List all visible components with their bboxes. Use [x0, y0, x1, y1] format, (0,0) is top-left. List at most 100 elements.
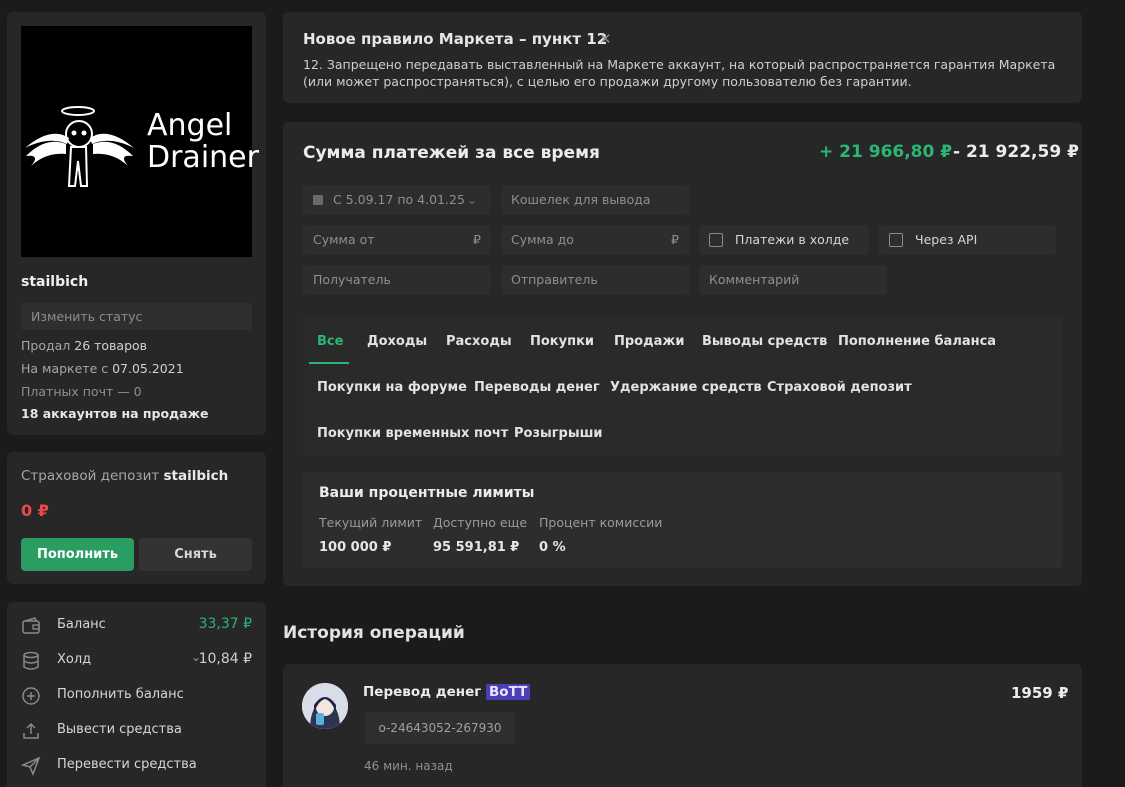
hold-payments-label: Платежи в холде [735, 232, 850, 247]
balance-card: Баланс 33,37 ₽ Холд ⌄ 10,84 ₽ Пополнить … [7, 602, 266, 787]
payment-type-tabs: Все Доходы Расходы Покупки Продажи Вывод… [303, 316, 1062, 456]
user-avatar-icon [302, 683, 348, 729]
outcome-total: - 21 922,59 ₽ [953, 142, 1079, 162]
tab-all[interactable]: Все [317, 334, 343, 349]
database-icon [23, 651, 39, 670]
history-item-type: Перевод денег [363, 684, 482, 700]
transfer-funds-link[interactable]: Перевести средства [21, 754, 252, 778]
deposit-title: Страховой депозит stailbich [21, 468, 228, 484]
withdraw-funds-link[interactable]: Вывести средства [21, 719, 252, 743]
hold-value: 10,84 ₽ [198, 651, 252, 667]
operation-id[interactable]: o-24643052-267930 [365, 712, 515, 744]
available-value: 95 591,81 ₽ [433, 540, 520, 555]
balance-value: 33,37 ₽ [198, 616, 252, 632]
sold-count[interactable]: 26 товаров [74, 338, 147, 353]
deposit-withdraw-button[interactable]: Снять [139, 538, 252, 571]
paid-mails-line: Платных почт — 0 [21, 384, 142, 399]
ruble-icon: ₽ [473, 232, 481, 247]
balance-label: Баланс [57, 617, 106, 632]
deposit-amount: 0 ₽ [21, 501, 49, 520]
tab-withdrawals[interactable]: Выводы средств [702, 334, 827, 349]
deposit-title-user: stailbich [163, 468, 229, 484]
upload-icon [23, 722, 39, 739]
via-api-checkbox[interactable]: Через API [879, 225, 1056, 255]
tab-purchases[interactable]: Покупки [530, 334, 594, 349]
date-range-picker[interactable]: С 5.09.17 по 4.01.25 ⌄ [303, 185, 491, 215]
sum-to-placeholder: Сумма до [511, 232, 574, 247]
notice-text: 12. Запрещено передавать выставленный на… [303, 57, 1056, 89]
limits-title: Ваши процентные лимиты [319, 485, 535, 501]
history-item-amount: 1959 ₽ [1011, 684, 1069, 702]
market-since-line: На маркете с 07.05.2021 [21, 361, 184, 376]
transfer-funds-label: Перевести средства [57, 757, 197, 772]
tab-expenses[interactable]: Расходы [446, 334, 512, 349]
tab-money-transfers[interactable]: Переводы денег [474, 380, 600, 395]
comment-input[interactable]: Комментарий [699, 265, 887, 295]
payments-title: Сумма платежей за все время [303, 143, 600, 163]
hold-payments-checkbox[interactable]: Платежи в холде [699, 225, 869, 255]
profile-card: Angel Drainer stailbich Изменить статус … [7, 12, 266, 435]
hold-label: Холд [57, 652, 92, 667]
tab-balance-topup[interactable]: Пополнение баланса [838, 334, 996, 349]
profile-avatar[interactable]: Angel Drainer [21, 26, 259, 257]
deposit-topup-button[interactable]: Пополнить [21, 538, 134, 571]
withdraw-wallet-input[interactable]: Кошелек для вывода [501, 185, 689, 215]
avatar[interactable] [302, 683, 348, 729]
chevron-down-icon: ⌄ [467, 193, 478, 207]
topup-balance-label: Пополнить баланс [57, 687, 184, 702]
withdraw-funds-label: Вывести средства [57, 722, 182, 737]
tab-funds-holding[interactable]: Удержание средств [610, 380, 762, 395]
tab-giveaways[interactable]: Розыгрыши [514, 426, 603, 441]
market-date: 07.05.2021 [112, 361, 184, 376]
status-input[interactable]: Изменить статус [21, 303, 252, 330]
send-icon [21, 756, 41, 776]
sum-from-input[interactable]: Сумма от ₽ [303, 225, 491, 255]
username[interactable]: stailbich [21, 274, 88, 290]
avatar-text-drainer: Drainer [147, 140, 259, 175]
checkbox-icon[interactable] [709, 233, 723, 247]
percent-limits-box: Ваши процентные лимиты Текущий лимит 100… [303, 472, 1062, 568]
tab-sales[interactable]: Продажи [614, 334, 684, 349]
history-item-title: Перевод денег BoTT [363, 684, 531, 700]
history-item[interactable]: Перевод денег BoTT 1959 ₽ o-24643052-267… [283, 664, 1082, 787]
ruble-icon: ₽ [671, 232, 679, 247]
commission-label: Процент комиссии [539, 515, 663, 530]
tab-income[interactable]: Доходы [367, 334, 427, 349]
sum-from-placeholder: Сумма от [313, 232, 375, 247]
active-tab-indicator [309, 362, 349, 364]
balance-row[interactable]: Баланс 33,37 ₽ [21, 614, 252, 638]
tab-forum-purchases[interactable]: Покупки на форуме [317, 380, 467, 395]
history-item-time: 46 мин. назад [364, 759, 453, 773]
plus-circle-icon [22, 687, 40, 705]
available-label: Доступно еще [433, 515, 528, 530]
payments-panel: Сумма платежей за все время + 21 966,80 … [283, 122, 1082, 586]
notice-title: Новое правило Маркета – пункт 12 [303, 30, 608, 48]
income-total: + 21 966,80 ₽ [819, 142, 953, 162]
sold-count-line: Продал 26 товаров [21, 338, 147, 353]
market-rule-notice: Новое правило Маркета – пункт 12 ✕ 12. З… [283, 12, 1082, 103]
market-prefix: На маркете с [21, 361, 113, 376]
sender-input[interactable]: Отправитель [501, 265, 689, 295]
sold-prefix: Продал [21, 338, 75, 353]
wallet-icon [22, 617, 40, 634]
deposit-title-prefix: Страховой депозит [21, 468, 164, 484]
avatar-text-angel: Angel [147, 108, 233, 143]
user-badge[interactable]: BoTT [486, 684, 531, 700]
receiver-input[interactable]: Получатель [303, 265, 491, 295]
calendar-icon [313, 195, 323, 205]
commission-value: 0 % [539, 540, 566, 555]
date-range-value: С 5.09.17 по 4.01.25 [333, 192, 465, 207]
deposit-card: Страховой депозит stailbich 0 ₽ Пополнит… [7, 452, 266, 584]
via-api-label: Через API [915, 232, 978, 247]
hold-row[interactable]: Холд ⌄ 10,84 ₽ [21, 649, 252, 673]
current-limit-value: 100 000 ₽ [319, 540, 392, 555]
history-title: История операций [283, 623, 465, 643]
tab-insurance-deposit[interactable]: Страховой депозит [767, 380, 912, 395]
sum-to-input[interactable]: Сумма до ₽ [501, 225, 689, 255]
checkbox-icon[interactable] [889, 233, 903, 247]
current-limit-label: Текущий лимит [319, 515, 423, 530]
tab-temp-mail-purchases[interactable]: Покупки временных почт [317, 426, 508, 441]
accounts-for-sale-link[interactable]: 18 аккаунтов на продаже [21, 406, 209, 421]
close-icon[interactable]: ✕ [599, 30, 612, 48]
topup-balance-link[interactable]: Пополнить баланс [21, 684, 252, 708]
